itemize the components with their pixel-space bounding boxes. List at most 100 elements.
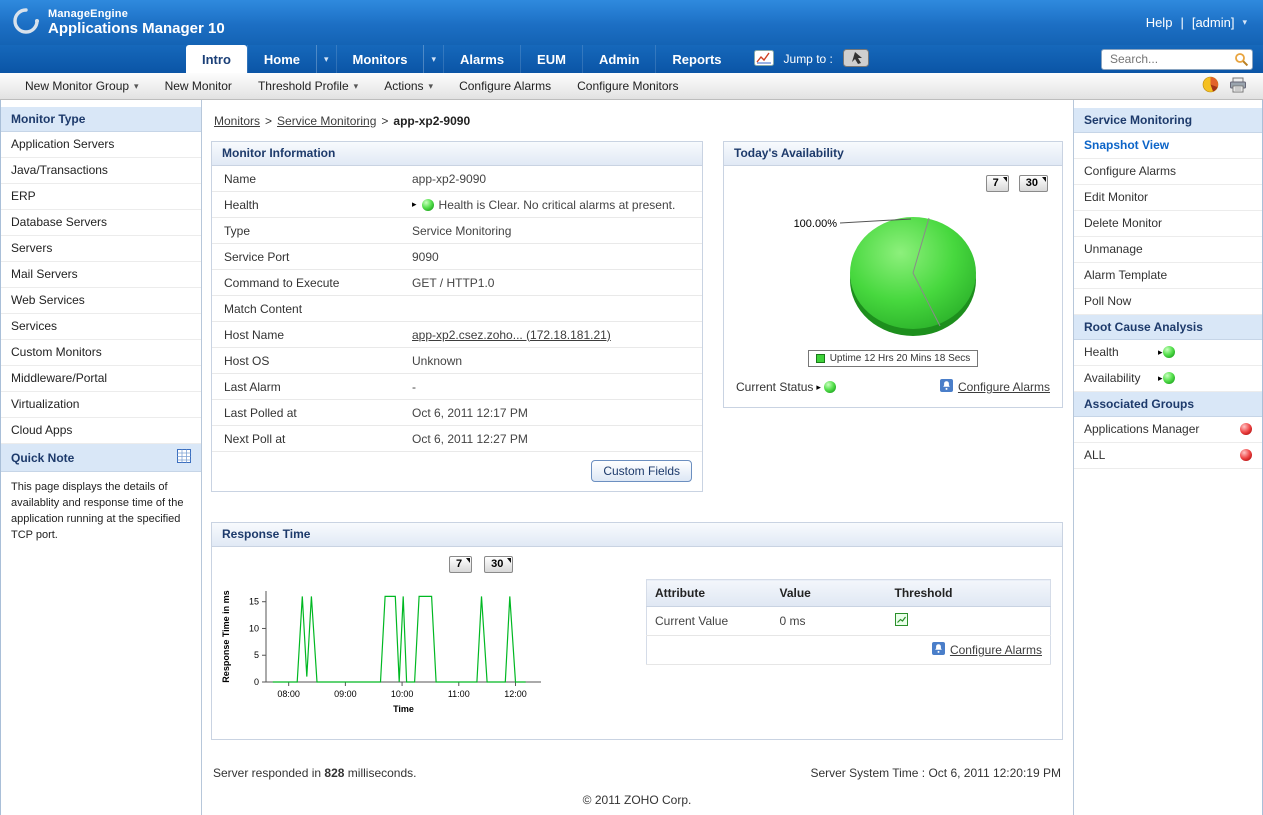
info-row-health: Health ▸ Health is Clear. No critical al… xyxy=(212,192,702,218)
rca-availability-row[interactable]: Availability ▸ xyxy=(1074,366,1262,392)
svg-text:0: 0 xyxy=(254,677,259,687)
panel-title: Response Time xyxy=(212,523,1062,547)
sidebar-item[interactable]: Application Servers xyxy=(1,132,201,158)
header-divider: | xyxy=(1180,15,1183,30)
tab-reports[interactable]: Reports xyxy=(655,45,737,73)
info-row: Nameapp-xp2-9090 xyxy=(212,166,702,192)
help-link[interactable]: Help xyxy=(1146,15,1173,30)
group-all[interactable]: ALL xyxy=(1074,443,1262,469)
sidebar-item[interactable]: Servers xyxy=(1,236,201,262)
response-time-table: Attribute Value Threshold Current Value … xyxy=(646,579,1051,721)
info-row: Service Port9090 xyxy=(212,244,702,270)
svg-text:Time: Time xyxy=(393,704,414,714)
sidebar-item[interactable]: Mail Servers xyxy=(1,262,201,288)
status-arrow-icon: ▸ xyxy=(412,200,417,209)
sidebar-link-alarm-template[interactable]: Alarm Template xyxy=(1074,263,1262,289)
panel-title: Monitor Information xyxy=(212,142,702,166)
monitor-information-panel: Monitor Information Nameapp-xp2-9090 Hea… xyxy=(211,141,703,492)
tab-admin[interactable]: Admin xyxy=(582,45,655,73)
tab-home-dropdown-icon[interactable]: ▾ xyxy=(316,45,336,73)
toolbar-item[interactable]: Configure Monitors ▾ xyxy=(564,73,691,99)
toolbar-item[interactable]: Actions ▾ xyxy=(371,73,446,99)
legend-swatch xyxy=(816,354,825,363)
group-status-icon xyxy=(1240,449,1252,461)
range-30-button[interactable]: 30 xyxy=(1019,175,1048,192)
toolbar-icons xyxy=(1202,76,1251,96)
custom-fields-button[interactable]: Custom Fields xyxy=(591,460,692,482)
top-header: ManageEngine Applications Manager 10 Hel… xyxy=(0,0,1263,45)
breadcrumb: Monitors>Service Monitoring>app-xp2-9090 xyxy=(211,112,1063,141)
mini-graph-icon[interactable] xyxy=(754,50,774,69)
chevron-down-icon[interactable]: ▾ xyxy=(1242,17,1247,28)
info-row: Next Poll atOct 6, 2011 12:27 PM xyxy=(212,426,702,452)
group-applications-manager[interactable]: Applications Manager xyxy=(1074,417,1262,443)
response-time-line-chart: 05101508:0009:0010:0011:0012:00Response … xyxy=(216,579,551,721)
range-30-button[interactable]: 30 xyxy=(484,556,513,573)
legend-label: Uptime 12 Hrs 20 Mins 18 Secs xyxy=(830,353,971,364)
toolbar-item[interactable]: New Monitor ▾ xyxy=(152,73,245,99)
tab-eum[interactable]: EUM xyxy=(520,45,582,73)
sidebar-link-poll-now[interactable]: Poll Now xyxy=(1074,289,1262,315)
monitor-type-sidebar: Monitor Type Application Servers Java/Tr… xyxy=(1,100,202,815)
sidebar-link-edit-monitor[interactable]: Edit Monitor xyxy=(1074,185,1262,211)
sidebar-link-delete-monitor[interactable]: Delete Monitor xyxy=(1074,211,1262,237)
sidebar-item[interactable]: ERP xyxy=(1,184,201,210)
pie-chart-icon[interactable] xyxy=(1202,76,1219,96)
search-input[interactable] xyxy=(1101,49,1253,70)
health-green-icon xyxy=(422,199,434,211)
server-response-text: Server responded in 828 milliseconds. xyxy=(213,766,417,780)
chevron-down-icon: ▾ xyxy=(134,81,139,92)
sidebar-item[interactable]: Java/Transactions xyxy=(1,158,201,184)
toolbar-item[interactable]: Configure Alarms ▾ xyxy=(446,73,564,99)
sidebar-item[interactable]: Services xyxy=(1,314,201,340)
sidebar-item[interactable]: Web Services xyxy=(1,288,201,314)
toolbar-item[interactable]: New Monitor Group ▾ xyxy=(12,73,152,99)
actions-sidebar: Service Monitoring Snapshot View Configu… xyxy=(1073,100,1262,815)
search-icon[interactable] xyxy=(1234,52,1249,70)
configure-alarms-link[interactable]: Configure Alarms xyxy=(950,643,1042,657)
quick-note-header: Quick Note xyxy=(1,444,201,472)
header-links: Help | [admin] ▾ xyxy=(1146,15,1247,30)
tab-home[interactable]: Home xyxy=(247,45,316,73)
jump-to-icon[interactable] xyxy=(843,49,869,70)
configure-alarms-link[interactable]: Configure Alarms xyxy=(958,380,1050,394)
sidebar-link-configure-alarms[interactable]: Configure Alarms xyxy=(1074,159,1262,185)
server-system-time: Server System Time : Oct 6, 2011 12:20:1… xyxy=(810,766,1061,780)
sidebar-item[interactable]: Middleware/Portal xyxy=(1,366,201,392)
info-row: Match Content xyxy=(212,296,702,322)
health-green-icon xyxy=(1163,346,1175,358)
sidebar-item[interactable]: Database Servers xyxy=(1,210,201,236)
info-row: Last Polled atOct 6, 2011 12:17 PM xyxy=(212,400,702,426)
tab-monitors[interactable]: Monitors xyxy=(336,45,424,73)
range-7-button[interactable]: 7 xyxy=(986,175,1009,192)
sidebar-item[interactable]: Custom Monitors xyxy=(1,340,201,366)
breadcrumb-link-service-monitoring[interactable]: Service Monitoring xyxy=(277,114,376,128)
host-name-link[interactable]: app-xp2.csez.zoho... (172.18.181.21) xyxy=(412,328,611,342)
breadcrumb-link-monitors[interactable]: Monitors xyxy=(214,114,260,128)
chevron-down-icon: ▾ xyxy=(354,81,359,92)
alarm-bell-icon xyxy=(940,379,953,395)
toolbar-item[interactable]: Threshold Profile ▾ xyxy=(245,73,371,99)
alarm-bell-icon xyxy=(932,642,945,658)
user-menu[interactable]: [admin] xyxy=(1192,15,1235,30)
pie-legend: Uptime 12 Hrs 20 Mins 18 Secs xyxy=(808,350,979,367)
threshold-chart-icon[interactable] xyxy=(895,615,908,629)
sidebar-item[interactable]: Virtualization xyxy=(1,392,201,418)
tab-monitors-dropdown-icon[interactable]: ▾ xyxy=(423,45,443,73)
availability-panel: Today's Availability 7 30 xyxy=(723,141,1063,408)
info-row: Last Alarm- xyxy=(212,374,702,400)
logo-product: Applications Manager 10 xyxy=(48,20,225,37)
availability-pie-chart: 100.00% xyxy=(724,192,1062,350)
sidebar-link-unmanage[interactable]: Unmanage xyxy=(1074,237,1262,263)
info-row: Command to ExecuteGET / HTTP1.0 xyxy=(212,270,702,296)
sidebar-item[interactable]: Cloud Apps xyxy=(1,418,201,444)
range-7-button[interactable]: 7 xyxy=(449,556,472,573)
tab-alarms[interactable]: Alarms xyxy=(443,45,520,73)
tab-intro[interactable]: Intro xyxy=(186,45,247,73)
printer-icon[interactable] xyxy=(1229,77,1247,96)
root-cause-header: Root Cause Analysis xyxy=(1074,315,1262,340)
svg-text:11:00: 11:00 xyxy=(448,689,470,699)
sidebar-link-snapshot-view[interactable]: Snapshot View xyxy=(1074,133,1262,159)
rca-health-row[interactable]: Health ▸ xyxy=(1074,340,1262,366)
col-value: Value xyxy=(772,580,887,607)
